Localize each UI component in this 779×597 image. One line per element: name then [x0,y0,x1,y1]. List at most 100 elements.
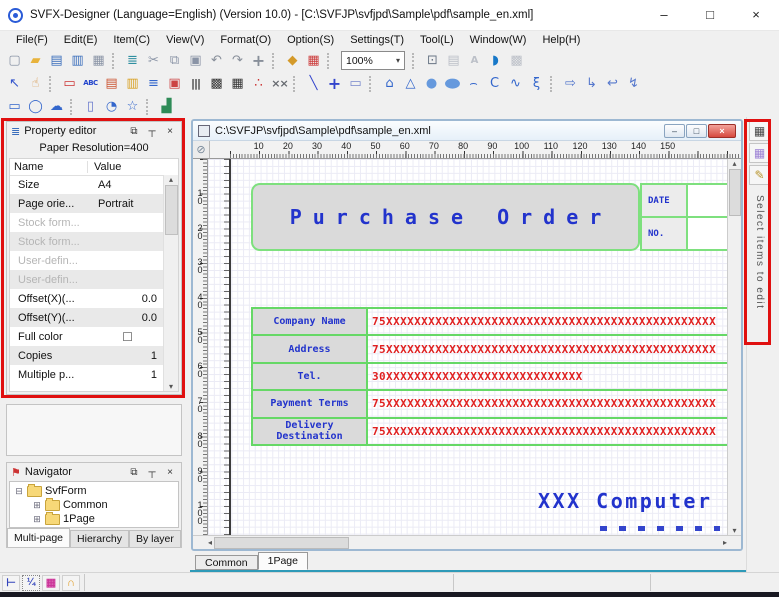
save-as-icon[interactable]: ▥ [67,51,88,70]
field-company-name[interactable]: Company Name 75XXXXXXXXXXXXXXXXXXXXXXXXX… [253,309,727,337]
scroll-down-icon[interactable]: ▾ [732,526,736,535]
open-folder-icon[interactable]: ▰ [25,51,46,70]
align-center-icon[interactable]: + [248,51,269,70]
cut-icon[interactable]: ✂ [143,51,164,70]
property-value[interactable]: Portrait [92,198,163,210]
qrcode-tool-icon[interactable]: ▦ [227,74,248,93]
print-icon[interactable]: ▦ [88,51,109,70]
float-panel-icon[interactable]: ⧉ [127,126,141,137]
hand-tool-icon[interactable]: ☝ [25,74,46,93]
balloon-cloud-icon[interactable]: ☁ [46,97,67,116]
property-value[interactable]: 0.0 [92,312,163,324]
horizontal-scrollbar[interactable]: ◂ ▸ [193,535,741,549]
field-delivery-destination[interactable]: Delivery Destination 75XXXXXXXXXXXXXXXXX… [253,418,727,445]
menu-format[interactable]: Format(O) [212,34,279,46]
page-frame-icon[interactable]: ⊡ [422,51,443,70]
field-payment-terms[interactable]: Payment Terms 75XXXXXXXXXXXXXXXXXXXXXXXX… [253,391,727,419]
scroll-up-icon[interactable]: ▴ [169,175,173,184]
line-tool-icon[interactable]: ╲ [303,74,324,93]
edit-items-icon[interactable]: ✎ [748,165,771,185]
ruler-origin-icon[interactable]: ⊘ [193,141,210,159]
scroll-up-icon[interactable]: ▴ [732,159,736,168]
star-icon[interactable]: ☆ [122,97,143,116]
design-canvas[interactable]: Purchase Order DATE NO. Company Name 75X… [208,159,727,535]
scale-icon[interactable]: ¼ [22,574,40,591]
triangle-tool-icon[interactable]: △ [400,74,421,93]
link-field-icon[interactable]: ∴ [248,74,269,93]
zoom-dropdown[interactable]: 100% ▾ [341,51,405,70]
barcode-tool-icon[interactable]: ||| [185,74,206,93]
field-tool-icon[interactable]: ▭ [59,74,80,93]
minimize-button[interactable]: – [641,0,687,30]
field-value[interactable]: 75XXXXXXXXXXXXXXXXXXXXXXXXXXXXXXXXXXXXXX… [368,391,727,416]
menu-edit[interactable]: Edit(E) [56,34,106,46]
spell-check-icon[interactable]: A [464,51,485,70]
property-value[interactable]: A4 [92,179,163,191]
property-scrollbar[interactable]: ▴ ▾ [163,175,178,391]
subform-tool-icon[interactable]: ▣ [164,74,185,93]
date-row[interactable]: DATE [642,185,727,216]
image-adjust-icon[interactable]: ▩ [506,51,527,70]
freeform-tool-icon[interactable]: ξ [526,74,547,93]
menu-settings[interactable]: Settings(T) [342,34,412,46]
tree-expander-icon[interactable]: ⊞ [32,514,42,525]
field-label[interactable]: Tel. [253,363,368,390]
fixed-field-icon[interactable]: ×× [269,74,290,93]
scroll-left-icon[interactable]: ◂ [208,538,212,547]
scrollbar-thumb[interactable] [214,536,350,549]
field-value[interactable]: 30XXXXXXXXXXXXXXXXXXXXXXXXXXXX [368,364,727,389]
menu-window[interactable]: Window(W) [462,34,535,46]
note-icon[interactable]: ▯ [80,97,101,116]
tree-item-svfform[interactable]: ⊟ SvfForm [10,483,178,498]
property-value[interactable]: ☐ [92,330,163,344]
tree-item-common[interactable]: ⊞ Common [10,497,178,512]
field-value[interactable]: 75XXXXXXXXXXXXXXXXXXXXXXXXXXXXXXXXXXXXXX… [368,419,727,444]
save-icon[interactable]: ▤ [46,51,67,70]
balloon-rect-icon[interactable]: ▭ [4,97,25,116]
grid-select-icon[interactable]: ▦ [748,143,771,163]
pin-icon[interactable]: ┬ [145,467,159,478]
scroll-down-icon[interactable]: ▾ [169,382,173,391]
tree-expander-icon[interactable]: ⊟ [14,486,24,497]
doc-close-button[interactable]: × [708,123,736,138]
maximize-button[interactable]: □ [687,0,733,30]
multi-record-icon[interactable]: ≡ [143,74,164,93]
close-panel-icon[interactable]: × [163,467,177,478]
undo-icon[interactable]: ↶ [206,51,227,70]
curved-arrow-icon[interactable]: ↯ [623,74,644,93]
polygon-tool-icon[interactable]: ⌂ [379,74,400,93]
wave-tool-icon[interactable]: ∿ [505,74,526,93]
menu-tool[interactable]: Tool(L) [412,34,462,46]
menu-file[interactable]: File(F) [8,34,56,46]
field-address[interactable]: Address 75XXXXXXXXXXXXXXXXXXXXXXXXXXXXXX… [253,336,727,364]
uturn-arrow-icon[interactable]: ↩ [602,74,623,93]
bent-arrow-icon[interactable]: ↳ [581,74,602,93]
menu-view[interactable]: View(V) [158,34,212,46]
select-tool-icon[interactable]: ↖ [4,74,25,93]
menu-help[interactable]: Help(H) [534,34,588,46]
page-tab-common[interactable]: Common [195,555,258,570]
barcode-2d-icon[interactable]: ▩ [206,74,227,93]
paste-icon[interactable]: ▣ [185,51,206,70]
date-value-cell[interactable] [688,185,727,216]
float-panel-icon[interactable]: ⧉ [127,467,141,478]
color-select-icon[interactable]: ▦ [748,121,771,141]
close-panel-icon[interactable]: × [163,126,177,137]
close-button[interactable]: × [733,0,779,30]
line-style-icon[interactable]: ⊢ [2,574,20,591]
cross-tool-icon[interactable]: + [324,74,345,93]
redo-icon[interactable]: ↷ [227,51,248,70]
no-value-cell[interactable] [688,218,727,249]
field-label[interactable]: Company Name [253,309,368,335]
chart-icon[interactable]: ▟ [156,97,177,116]
property-value[interactable]: 1 [92,350,163,362]
form-title-object[interactable]: Purchase Order [251,183,640,251]
scroll-right-icon[interactable]: ▸ [723,538,727,547]
tree-item-1page[interactable]: ⊞ 1Page [10,511,178,526]
new-document-icon[interactable]: ▢ [4,51,25,70]
record-tool-icon[interactable]: ▤ [101,74,122,93]
color-settings-icon[interactable]: ◆ [282,51,303,70]
palette-icon[interactable]: ▦ [42,574,60,591]
tab-multi-page[interactable]: Multi-page [7,528,71,547]
form-structure-icon[interactable]: ≣ [122,51,143,70]
